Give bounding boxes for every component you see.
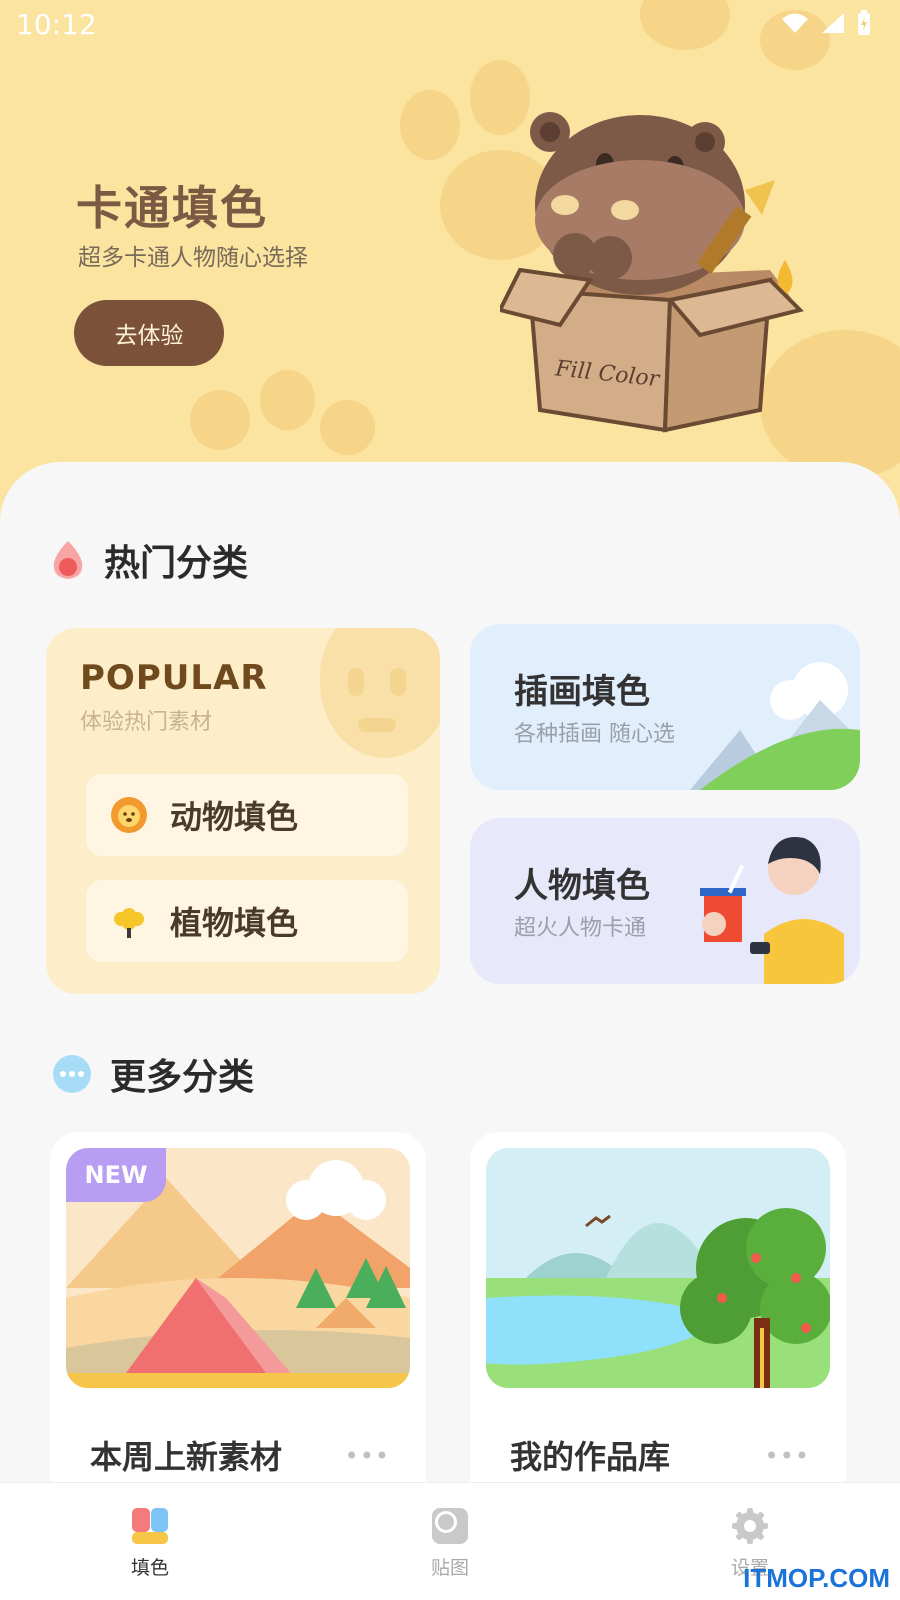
wifi-icon [782, 13, 808, 33]
animal-fill-label: 动物填色 [170, 798, 299, 836]
camping-illustration: NEW [66, 1148, 410, 1388]
try-it-button[interactable]: 去体验 [74, 300, 224, 366]
plant-fill-button[interactable]: 植物填色 [86, 880, 408, 962]
hot-section-title: 热门分类 [104, 543, 249, 584]
mountain-illustration [690, 662, 860, 790]
popular-subtitle: 体验热门素材 [80, 710, 213, 735]
gear-icon [732, 1508, 768, 1544]
illustration-fill-card[interactable]: 插画填色 各种插画 随心选 [470, 624, 860, 790]
bottom-tab-bar: 填色 贴图 设置 ITMOP.COM [0, 1482, 900, 1600]
tab-stickers[interactable]: 贴图 [390, 1507, 510, 1580]
plant-fill-label: 植物填色 [170, 904, 299, 942]
paw-decoration [320, 400, 375, 455]
hero-subtitle: 超多卡通人物随心选择 [78, 245, 308, 271]
status-icons [780, 10, 872, 36]
flame-icon [53, 541, 83, 579]
my-works-label: 我的作品库 [510, 1438, 671, 1476]
paw-decoration [400, 90, 460, 160]
person-illustration [700, 837, 844, 984]
palette-icon [132, 1508, 168, 1544]
tab-fill-color[interactable]: 填色 [90, 1507, 210, 1580]
hot-section-header: 热门分类 [50, 534, 248, 586]
more-dots-icon [53, 1055, 91, 1093]
new-badge: NEW [66, 1148, 166, 1202]
illustration-fill-title: 插画填色 [514, 672, 650, 712]
watermark: ITMOP.COM [743, 1563, 890, 1593]
illustration-fill-subtitle: 各种插画 随心选 [514, 722, 675, 747]
lion-icon [111, 797, 147, 833]
hippo-mascot-illustration: Fill Color [500, 112, 804, 433]
status-time: 10:12 [16, 8, 97, 41]
person-fill-title: 人物填色 [514, 866, 650, 906]
more-section-header: 更多分类 [52, 1048, 254, 1100]
more-section-title: 更多分类 [110, 1057, 255, 1098]
hero-title: 卡通填色 [76, 181, 268, 235]
tab-fill-color-label: 填色 [130, 1557, 169, 1579]
paw-decoration [260, 370, 315, 430]
battery-icon [858, 10, 870, 35]
my-works-card[interactable]: 我的作品库 ••• [470, 1132, 846, 1512]
person-fill-card[interactable]: 人物填色 超火人物卡通 [470, 818, 860, 984]
popular-card[interactable]: POPULAR 体验热门素材 动物填色 植物填色 [46, 628, 440, 994]
flower-icon [114, 908, 144, 938]
paw-decoration [190, 390, 250, 450]
animal-fill-button[interactable]: 动物填色 [86, 774, 408, 856]
new-materials-card[interactable]: NEW 本周上新素材 ••• [50, 1132, 426, 1512]
more-options-icon[interactable]: ••• [765, 1442, 810, 1470]
hero-banner: 10:12 卡通填色 超多卡通人物随心选择 去体验 Fill Color [0, 0, 900, 520]
signal-icon [822, 13, 844, 33]
face-decoration [320, 628, 440, 758]
person-fill-subtitle: 超火人物卡通 [514, 916, 647, 941]
lake-illustration [486, 1148, 830, 1388]
new-materials-label: 本周上新素材 [90, 1438, 283, 1476]
sticker-icon [432, 1508, 468, 1544]
popular-title: POPULAR [80, 658, 268, 698]
tab-stickers-label: 贴图 [430, 1557, 469, 1579]
status-bar: 10:12 [0, 0, 900, 50]
more-options-icon[interactable]: ••• [345, 1442, 390, 1470]
